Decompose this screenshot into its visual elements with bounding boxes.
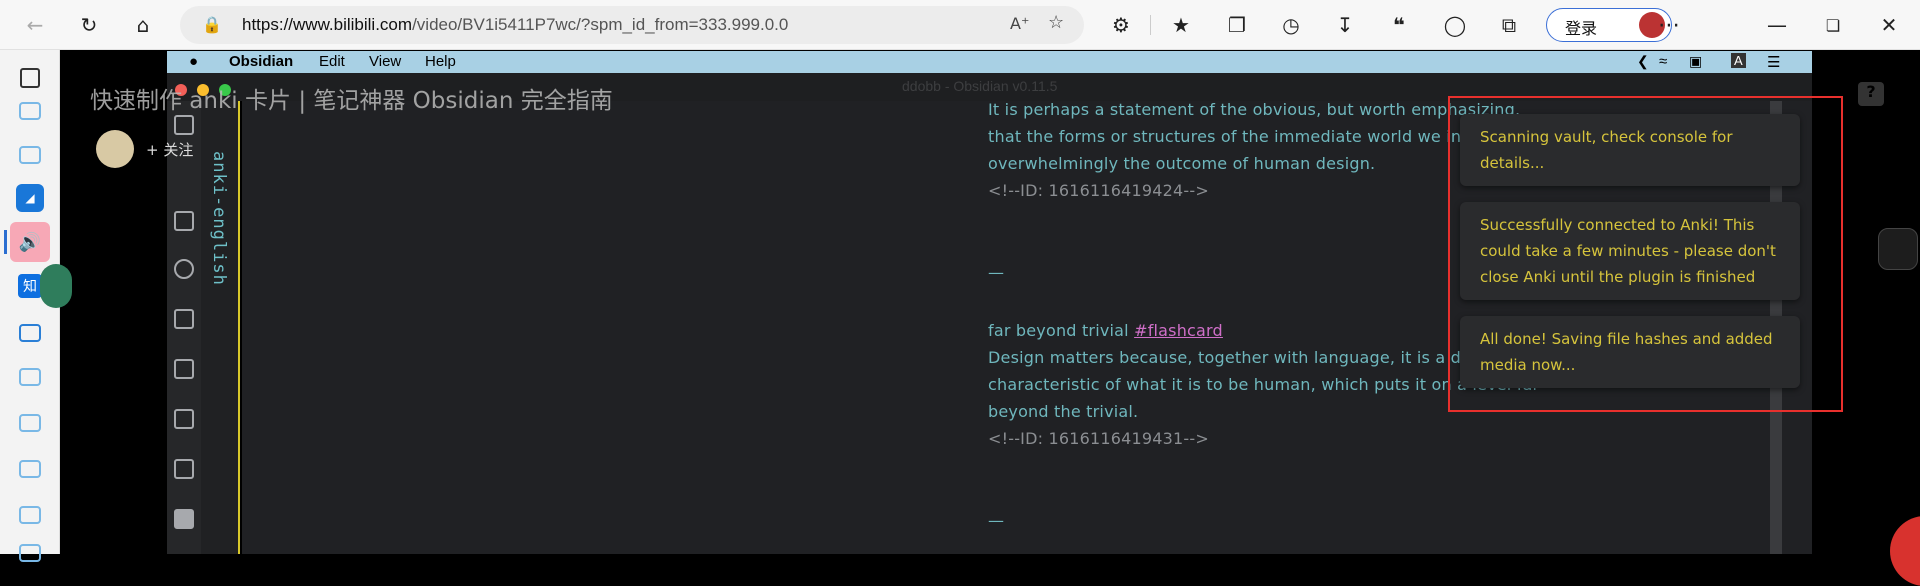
video-title: 快速制作 anki 卡片 | 笔记神器 Obsidian 完全指南 xyxy=(90,88,613,114)
quote-icon[interactable]: ❝ xyxy=(1384,10,1414,40)
bilibili-tv-icon[interactable] xyxy=(19,146,41,164)
copy-icon xyxy=(174,409,194,429)
extensions-icon[interactable]: ⚙ xyxy=(1106,10,1136,40)
flashcard-tag: #flashcard xyxy=(1134,321,1223,340)
menu-help: Help xyxy=(425,53,456,70)
menu-app: Obsidian xyxy=(229,53,294,70)
camera-icon: ▣ xyxy=(1689,53,1703,69)
help-icon[interactable]: ? xyxy=(1858,82,1884,106)
apple-icon: ● xyxy=(189,53,199,70)
grid-icon xyxy=(174,309,194,329)
bilibili-tv-icon[interactable] xyxy=(19,506,41,524)
history-icon[interactable]: ◷ xyxy=(1276,10,1306,40)
dice-icon xyxy=(174,459,194,479)
address-bar[interactable]: 🔒 https://www.bilibili.com/video/BV1i541… xyxy=(180,6,1084,44)
editor-line: It is perhaps a statement of the obvious… xyxy=(988,100,1521,119)
bilibili-tv-icon[interactable] xyxy=(19,324,41,342)
speaker-icon[interactable]: 🔊 xyxy=(10,222,50,262)
active-indicator xyxy=(4,230,7,254)
calendar-icon xyxy=(174,359,194,379)
collections-icon[interactable]: ❐ xyxy=(1222,10,1252,40)
wifi-icon: ≈ xyxy=(1659,53,1668,70)
follow-label: 关注 xyxy=(163,141,194,159)
zhihu-label: 知 xyxy=(23,279,37,295)
folder-label: anki-english xyxy=(209,151,229,286)
close-icon[interactable]: ✕ xyxy=(1874,10,1904,40)
help-label: ? xyxy=(1866,82,1876,101)
obsidian-file-pane: anki-english xyxy=(201,101,240,554)
editor-comment: <!--ID: 1616116419424--> xyxy=(988,181,1209,200)
back-icon[interactable]: ← xyxy=(20,10,50,40)
login-label: 登录 xyxy=(1565,19,1598,38)
lock-icon[interactable]: 🔒 xyxy=(202,15,222,34)
home-icon[interactable]: ⌂ xyxy=(128,10,158,40)
chevron-left-icon: ❮ xyxy=(1637,53,1649,69)
input-icon: A xyxy=(1731,53,1746,68)
screenshot-icon[interactable]: ⧉ xyxy=(1494,10,1524,40)
float-toggle-icon[interactable] xyxy=(1878,228,1918,270)
file-icon xyxy=(174,115,194,135)
editor-line: far beyond trivial #flashcard xyxy=(988,321,1223,340)
blue-square-icon[interactable]: ◢ xyxy=(16,184,44,212)
list-icon: ☰ xyxy=(1767,54,1781,71)
bilibili-tv-icon[interactable] xyxy=(19,414,41,432)
browser-toolbar: ← ↻ ⌂ 🔒 https://www.bilibili.com/video/B… xyxy=(0,0,1920,50)
refresh-icon[interactable]: ↻ xyxy=(74,10,104,40)
graph-icon xyxy=(174,259,194,279)
bilibili-tv-icon[interactable] xyxy=(19,368,41,386)
zhihu-icon[interactable]: 知 xyxy=(18,274,42,298)
tabs-icon[interactable] xyxy=(20,68,40,88)
mac-menu-bar: ● Obsidian Edit View Help ❮ ≈ ▣ A ☰ xyxy=(167,51,1812,73)
read-aloud-icon[interactable]: A⁺ xyxy=(1010,14,1029,33)
obsidian-ribbon xyxy=(167,101,201,554)
url-text[interactable]: https://www.bilibili.com/video/BV1i5411P… xyxy=(242,15,788,35)
switcher-icon xyxy=(174,211,194,231)
more-icon[interactable]: ⋯ xyxy=(1654,10,1684,40)
menu-edit: Edit xyxy=(319,53,345,70)
toolbar-divider xyxy=(1150,15,1151,35)
bilibili-tv-icon[interactable] xyxy=(19,460,41,478)
green-badge xyxy=(40,264,72,308)
anki-icon xyxy=(174,509,194,529)
highlight-box xyxy=(1448,96,1843,412)
editor-separator: — xyxy=(988,511,1005,530)
favorites-icon[interactable]: ★ xyxy=(1166,10,1196,40)
bilibili-tv-icon[interactable] xyxy=(19,102,41,120)
menu-view: View xyxy=(369,53,402,70)
editor-comment: <!--ID: 1616116419431--> xyxy=(988,429,1209,448)
favorite-add-icon[interactable]: ☆ xyxy=(1048,12,1064,33)
browser-essentials-icon[interactable]: ◯ xyxy=(1440,10,1470,40)
minimize-icon[interactable]: — xyxy=(1762,10,1792,40)
follow-button[interactable]: + 关注 xyxy=(146,139,193,160)
uploader-avatar[interactable] xyxy=(96,130,134,168)
editor-line-text: far beyond trivial xyxy=(988,321,1135,340)
editor-line: Design matters because, together with la… xyxy=(988,348,1518,367)
editor-line: overwhelmingly the outcome of human desi… xyxy=(988,154,1376,173)
restore-icon[interactable]: ❏ xyxy=(1818,10,1848,40)
editor-line: beyond the trivial. xyxy=(988,402,1139,421)
bilibili-tv-icon[interactable] xyxy=(19,544,41,562)
downloads-icon[interactable]: ↧ xyxy=(1330,10,1360,40)
window-title: ddobb - Obsidian v0.11.5 xyxy=(902,78,1058,94)
editor-separator: — xyxy=(988,263,1005,282)
